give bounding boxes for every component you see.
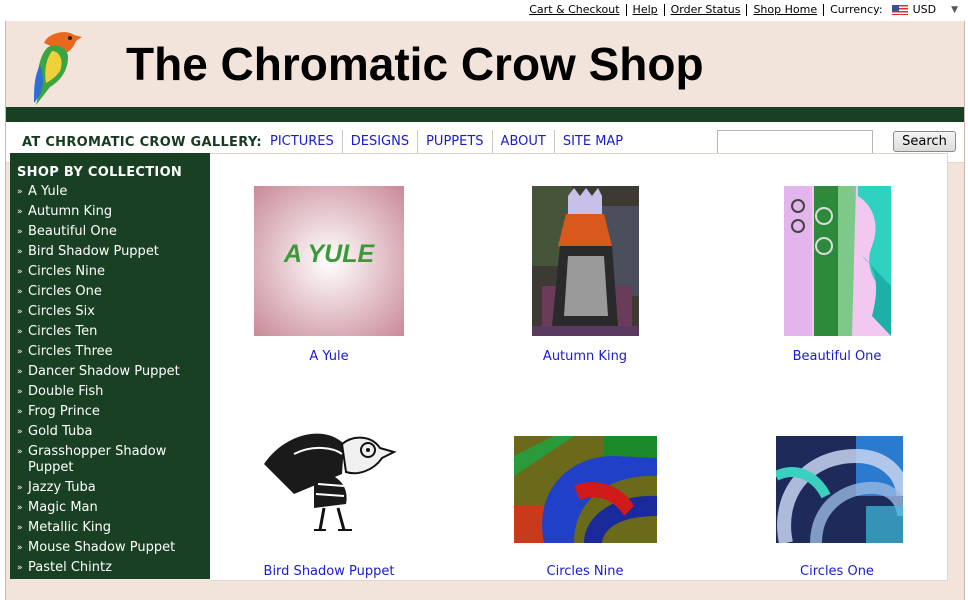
collection-item[interactable]: » Magic Man (17, 500, 210, 516)
product-title-link[interactable]: Bird Shadow Puppet (220, 564, 438, 579)
double-chevron-icon: » (17, 227, 23, 237)
collection-item[interactable]: » Circles Nine (17, 264, 210, 280)
double-chevron-icon: » (17, 287, 23, 297)
collection-item[interactable]: » Circles Six (17, 304, 210, 320)
product-title-link[interactable]: Circles Nine (476, 564, 694, 579)
product-thumbnail[interactable] (254, 414, 404, 544)
nav-about-link[interactable]: ABOUT (493, 130, 555, 153)
double-chevron-icon: » (17, 327, 23, 337)
double-chevron-icon: » (17, 543, 23, 553)
collection-list: » A Yule » Autumn King » Beautiful One » Bir… (10, 184, 210, 576)
currency-value: USD (912, 3, 937, 16)
product-title-link[interactable]: A Yule (220, 349, 438, 364)
product-card[interactable]: Autumn King (476, 184, 694, 374)
nav-puppets-link[interactable]: PUPPETS (418, 130, 493, 153)
double-chevron-icon: » (17, 523, 23, 533)
site-header: The Chromatic Crow Shop (6, 21, 964, 107)
nav-site-map-link[interactable]: SITE MAP (555, 130, 631, 153)
product-grid: A YULE A Yule Autumn King Beautiful One … (210, 153, 948, 581)
product-card[interactable]: Circles One (728, 414, 946, 584)
collection-item[interactable]: » Gold Tuba (17, 424, 210, 440)
collection-item[interactable]: » Circles Ten (17, 324, 210, 340)
collection-item[interactable]: » A Yule (17, 184, 210, 200)
double-chevron-icon: » (17, 407, 23, 417)
product-title-link[interactable]: Circles One (728, 564, 946, 579)
double-chevron-icon: » (17, 503, 23, 513)
order-status-link[interactable]: Order Status (665, 3, 748, 16)
collection-item[interactable]: » Circles Three (17, 344, 210, 360)
product-title-link[interactable]: Autumn King (476, 349, 694, 364)
collection-item[interactable]: » Bird Shadow Puppet (17, 244, 210, 260)
double-chevron-icon: » (17, 387, 23, 397)
sidebar-heading: SHOP BY COLLECTION (17, 165, 183, 180)
collection-sidebar: SHOP BY COLLECTION » A Yule » Autumn King … (10, 153, 210, 579)
double-chevron-icon: » (17, 307, 23, 317)
double-chevron-icon: » (17, 427, 23, 437)
product-card[interactable]: Bird Shadow Puppet (220, 414, 438, 584)
collection-item[interactable]: » Mouse Shadow Puppet (17, 540, 210, 556)
nav-pictures-link[interactable]: PICTURES (262, 130, 343, 153)
double-chevron-icon: » (17, 483, 23, 493)
currency-label: Currency: (830, 3, 883, 16)
double-chevron-icon: » (17, 267, 23, 277)
double-chevron-icon: » (17, 367, 23, 377)
product-thumbnail[interactable] (514, 436, 657, 543)
product-thumbnail[interactable] (532, 186, 639, 336)
gallery-nav-label: AT CHROMATIC CROW GALLERY: (22, 135, 262, 150)
product-thumbnail[interactable] (784, 186, 891, 336)
currency-selector[interactable]: Currency: USD ▼ (824, 3, 958, 16)
product-card[interactable]: Beautiful One (728, 184, 946, 374)
collection-item[interactable]: » Beautiful One (17, 224, 210, 240)
collection-item[interactable]: » Double Fish (17, 384, 210, 400)
gallery-nav-links: PICTURES DESIGNS PUPPETS ABOUT SITE MAP (262, 130, 631, 153)
double-chevron-icon: » (17, 447, 23, 457)
parrot-logo-icon[interactable] (26, 25, 88, 105)
double-chevron-icon: » (17, 207, 23, 217)
collection-item[interactable]: » Frog Prince (17, 404, 210, 420)
help-link[interactable]: Help (627, 3, 665, 16)
utility-bar: Cart & Checkout Help Order Status Shop H… (0, 0, 968, 20)
double-chevron-icon: » (17, 187, 23, 197)
collection-item[interactable]: » Grasshopper Shadow Puppet (17, 444, 210, 476)
collection-item[interactable]: » Metallic King (17, 520, 210, 536)
cart-checkout-link[interactable]: Cart & Checkout (523, 3, 627, 16)
dropdown-arrow-icon[interactable]: ▼ (951, 5, 958, 15)
shop-home-link[interactable]: Shop Home (747, 3, 825, 16)
nav-designs-link[interactable]: DESIGNS (343, 130, 419, 153)
collection-item[interactable]: » Jazzy Tuba (17, 480, 210, 496)
collection-item[interactable]: » Dancer Shadow Puppet (17, 364, 210, 380)
product-card[interactable]: A YULE A Yule (220, 184, 438, 374)
double-chevron-icon: » (17, 247, 23, 257)
site-title: The Chromatic Crow Shop (126, 38, 704, 90)
product-thumbnail[interactable] (776, 436, 903, 543)
search-button[interactable]: Search (893, 131, 956, 152)
search-input[interactable] (717, 130, 873, 154)
collection-item[interactable]: » Pastel Chintz (17, 560, 210, 576)
header-divider (6, 107, 964, 122)
double-chevron-icon: » (17, 347, 23, 357)
collection-item[interactable]: » Circles One (17, 284, 210, 300)
us-flag-icon (891, 4, 908, 15)
product-title-link[interactable]: Beautiful One (728, 349, 946, 364)
product-thumbnail[interactable]: A YULE (254, 186, 404, 336)
double-chevron-icon: » (17, 563, 23, 573)
thumbnail-text: A YULE (283, 240, 376, 268)
collection-item[interactable]: » Autumn King (17, 204, 210, 220)
product-card[interactable]: Circles Nine (476, 414, 694, 584)
